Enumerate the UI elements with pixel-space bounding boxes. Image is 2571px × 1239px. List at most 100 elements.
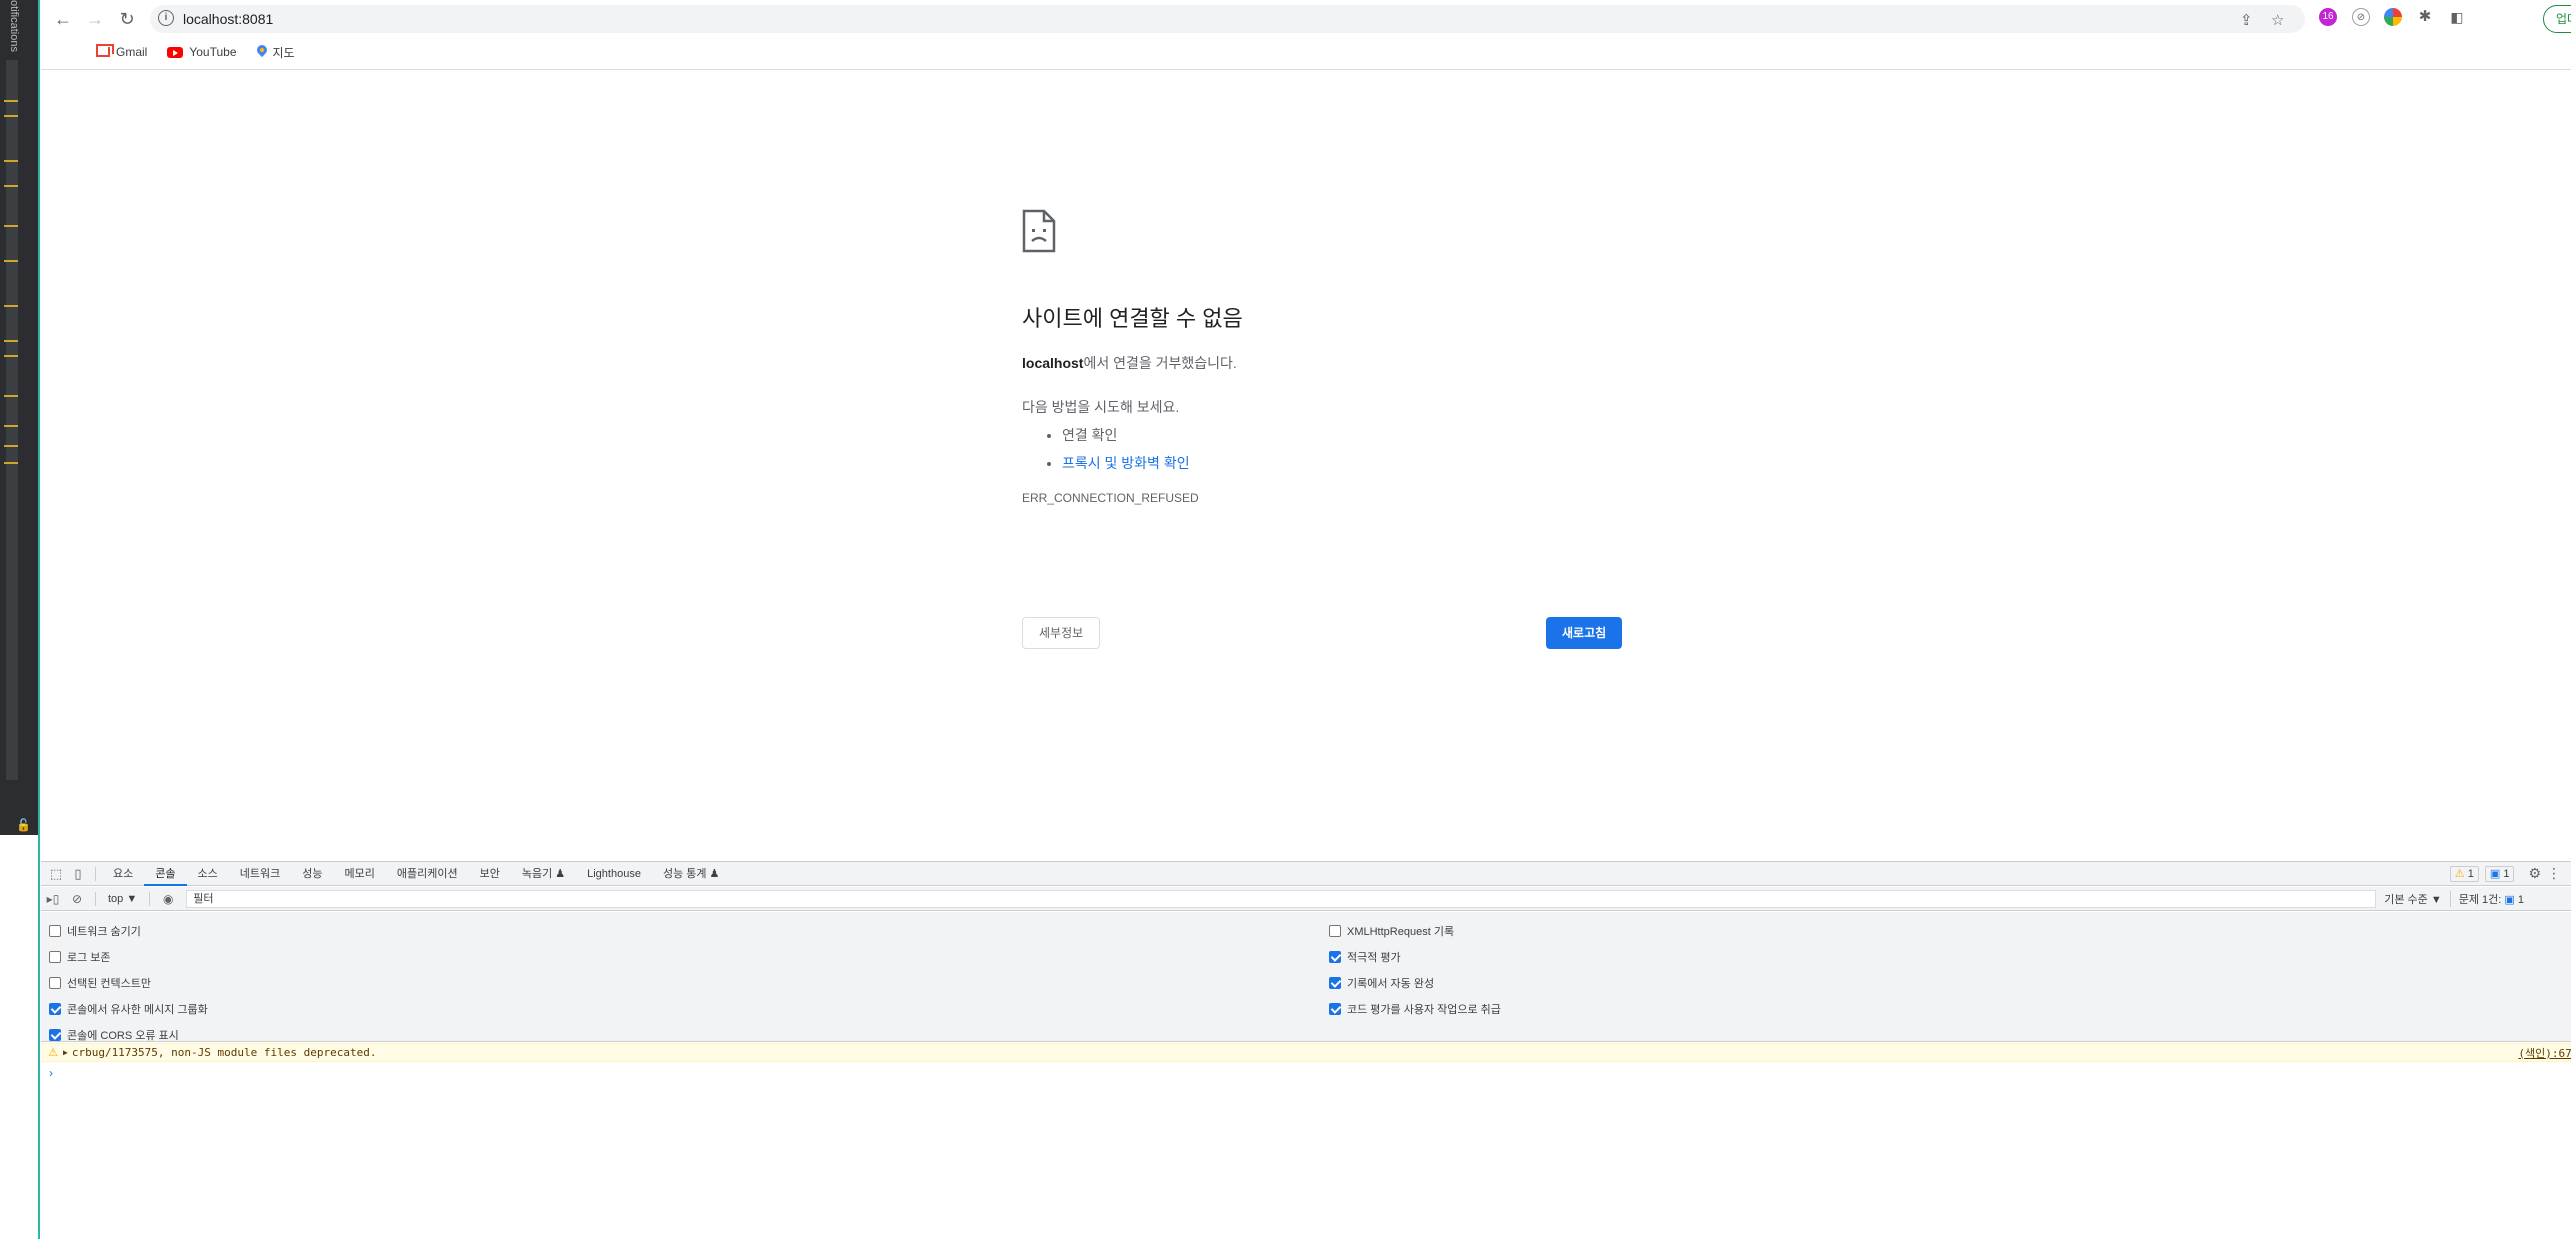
console-filter-input[interactable]: 필터 xyxy=(186,889,2377,908)
marker xyxy=(4,355,18,357)
gear-icon[interactable]: ⚙ xyxy=(2528,865,2541,882)
share-icon[interactable]: ⇪ xyxy=(2240,11,2253,29)
setting-eager-eval[interactable]: 적극적 평가 xyxy=(1329,944,1501,970)
gmail-icon xyxy=(96,47,110,57)
checkbox[interactable] xyxy=(49,1029,61,1041)
checkbox[interactable] xyxy=(1329,977,1341,989)
devtools-tabbar: ⬚ ▯ 요소 콘솔 소스 네트워크 성능 메모리 애플리케이션 보안 녹음기 ♟… xyxy=(41,862,2571,886)
puzzle-icon[interactable]: ✱ xyxy=(2416,8,2434,26)
checkbox[interactable] xyxy=(1329,925,1341,937)
tab-lighthouse[interactable]: Lighthouse xyxy=(576,862,652,886)
checkbox[interactable] xyxy=(49,977,61,989)
proxy-firewall-link[interactable]: 프록시 및 방화벽 확인 xyxy=(1062,455,1190,471)
setting-hide-network[interactable]: 네트워크 숨기기 xyxy=(49,918,208,944)
tab-application[interactable]: 애플리케이션 xyxy=(386,862,469,886)
issues-label: 문제 1건: xyxy=(2458,893,2502,906)
setting-label: 네트워크 숨기기 xyxy=(67,926,141,938)
tab-performance-insights[interactable]: 성능 통계 ♟ xyxy=(652,862,730,886)
setting-user-activation[interactable]: 코드 평가를 사용자 작업으로 취급 xyxy=(1329,996,1501,1022)
marker xyxy=(4,462,18,464)
setting-preserve-log[interactable]: 로그 보존 xyxy=(49,944,208,970)
marker xyxy=(4,260,18,262)
forward-icon[interactable]: → xyxy=(83,7,107,31)
update-button[interactable]: 업데이트 xyxy=(2543,5,2571,33)
browser-toolbar: ← → ↻ i localhost:8081 ⇪ ☆ 16 ⊘ ✱ ◧ 업데이트… xyxy=(41,0,2571,70)
checkbox[interactable] xyxy=(1329,1003,1341,1015)
warning-count-badge[interactable]: ⚠ 1 xyxy=(2449,865,2479,882)
page-content: 사이트에 연결할 수 없음 localhost에서 연결을 거부했습니다. 다음… xyxy=(41,71,2571,861)
checkbox[interactable] xyxy=(49,1003,61,1015)
lock-icon[interactable]: 🔓 xyxy=(16,818,31,832)
checkbox[interactable] xyxy=(1329,951,1341,963)
message-icon: ▣ xyxy=(2489,867,2501,880)
marker xyxy=(4,340,18,342)
profile-extension-icon[interactable]: 16 xyxy=(2319,8,2337,26)
tab-performance[interactable]: 성능 xyxy=(291,862,333,886)
marker xyxy=(4,160,18,162)
setting-label: 콘솔에서 유사한 메시지 그룹화 xyxy=(67,1004,208,1016)
tab-recorder[interactable]: 녹음기 ♟ xyxy=(511,862,576,886)
url-text[interactable]: localhost:8081 xyxy=(183,11,273,27)
address-bar[interactable]: i localhost:8081 ⇪ ☆ xyxy=(150,5,2305,33)
setting-group-similar[interactable]: 콘솔에서 유사한 메시지 그룹화 xyxy=(49,996,208,1022)
bookmark-star-icon[interactable]: ☆ xyxy=(2271,11,2284,29)
marker xyxy=(4,395,18,397)
sidebar-toggle-icon[interactable]: ▸▯ xyxy=(41,892,65,906)
reload-button[interactable]: 새로고침 xyxy=(1546,617,1623,649)
inspect-element-icon[interactable]: ⬚ xyxy=(45,866,67,882)
info-count: 1 xyxy=(2503,867,2510,880)
tab-network[interactable]: 네트워크 xyxy=(229,862,291,886)
bookmark-label: Gmail xyxy=(116,45,148,59)
error-host-suffix: 에서 연결을 거부했습니다. xyxy=(1083,355,1237,371)
setting-label: 기록에서 자동 완성 xyxy=(1347,978,1435,990)
context-select[interactable]: top ▼ xyxy=(102,893,143,905)
device-toggle-icon[interactable]: ▯ xyxy=(67,866,89,882)
site-info-icon[interactable]: i xyxy=(158,10,174,26)
setting-selected-context[interactable]: 선택된 컨텍스트만 xyxy=(49,970,208,996)
notifications-label[interactable]: otifications xyxy=(8,0,20,52)
suggestion-item: 프록시 및 방화벽 확인 xyxy=(1062,453,1662,473)
settings-right-column: XMLHttpRequest 기록 적극적 평가 기록에서 자동 완성 코드 평… xyxy=(1329,918,1501,1022)
more-options-icon[interactable]: ⋮ xyxy=(2547,865,2561,882)
checkbox[interactable] xyxy=(49,951,61,963)
back-icon[interactable]: ← xyxy=(51,7,75,31)
warning-count: 1 xyxy=(2467,867,2474,880)
setting-log-xhr[interactable]: XMLHttpRequest 기록 xyxy=(1329,918,1501,944)
clear-console-icon[interactable]: ⊘ xyxy=(65,892,89,906)
tab-memory[interactable]: 메모리 xyxy=(333,862,385,886)
bookmark-youtube[interactable]: YouTube xyxy=(167,45,237,59)
setting-label: 적극적 평가 xyxy=(1347,952,1401,964)
setting-autocomplete-history[interactable]: 기록에서 자동 완성 xyxy=(1329,970,1501,996)
tab-sources[interactable]: 소스 xyxy=(187,862,229,886)
bookmark-gmail[interactable]: Gmail xyxy=(96,45,147,59)
warning-source-link[interactable]: (색인):6736 xyxy=(2518,1045,2571,1061)
warning-message: crbug/1173575, non-JS module files depre… xyxy=(71,1046,377,1059)
marker xyxy=(4,425,18,427)
warning-icon: ⚠ xyxy=(2454,867,2465,880)
marker xyxy=(4,115,18,117)
reload-icon[interactable]: ↻ xyxy=(115,7,139,31)
error-title: 사이트에 연결할 수 없음 xyxy=(1022,306,1243,331)
setting-label: XMLHttpRequest 기록 xyxy=(1347,926,1455,938)
tab-console[interactable]: 콘솔 xyxy=(144,862,187,886)
divider xyxy=(95,866,96,881)
compass-extension-icon[interactable]: ⊘ xyxy=(2352,8,2370,26)
tab-security[interactable]: 보안 xyxy=(469,862,511,886)
marker xyxy=(4,185,18,187)
expand-triangle-icon[interactable]: ▶ xyxy=(63,1048,68,1057)
error-description: localhost에서 연결을 거부했습니다. xyxy=(1022,353,1662,373)
log-levels-dropdown[interactable]: 기본 수준 ▼ xyxy=(2376,891,2449,907)
checkbox[interactable] xyxy=(49,925,61,937)
chrome-extension-icon[interactable] xyxy=(2384,8,2402,26)
side-panel-icon[interactable]: ◧ xyxy=(2448,8,2466,26)
bookmark-maps[interactable]: 지도 xyxy=(257,44,295,61)
eye-icon[interactable]: ◉ xyxy=(156,892,180,906)
console-warning-row[interactable]: ⚠ ▶ crbug/1173575, non-JS module files d… xyxy=(41,1043,2571,1062)
console-prompt[interactable]: › xyxy=(49,1066,53,1080)
details-button[interactable]: 세부정보 xyxy=(1022,617,1101,649)
tab-elements[interactable]: 요소 xyxy=(102,862,144,886)
info-count-badge[interactable]: ▣ 1 xyxy=(2484,865,2515,882)
error-container: 사이트에 연결할 수 없음 localhost에서 연결을 거부했습니다. 다음… xyxy=(1022,209,1662,649)
marker xyxy=(4,100,18,102)
issues-counter[interactable]: 문제 1건: ▣ 1 xyxy=(2449,890,2532,907)
